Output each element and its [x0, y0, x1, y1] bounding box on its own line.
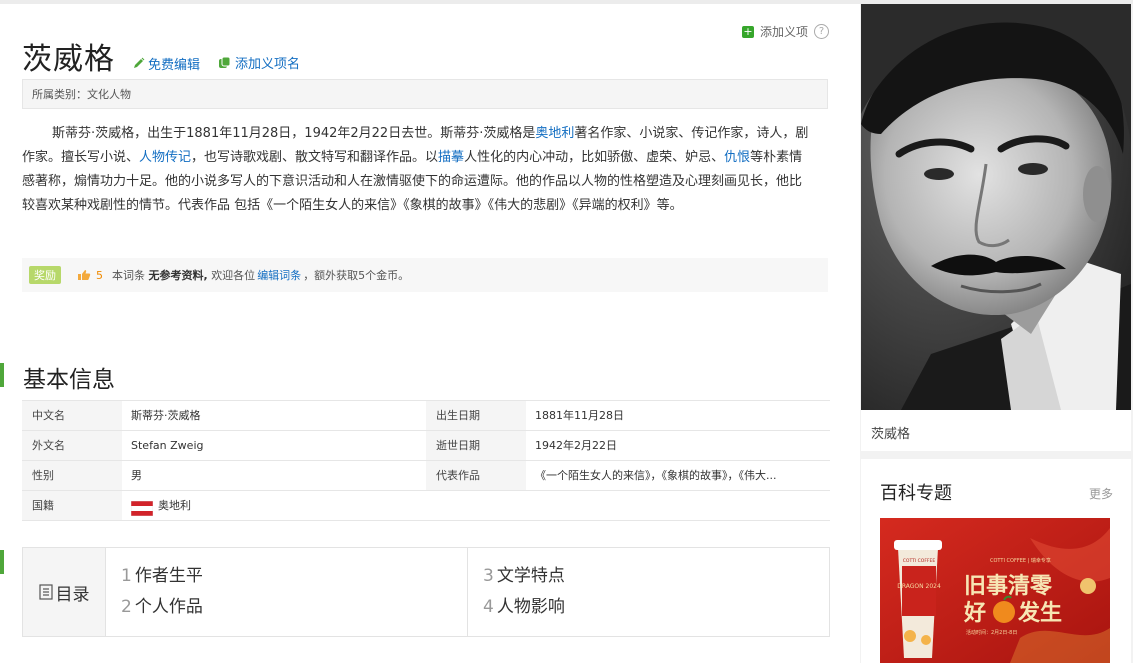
basic-info-table: 中文名 斯蒂芬·茨威格 出生日期 1881年11月28日 外文名 Stefan …: [22, 400, 830, 521]
austria-flag-icon: [130, 498, 154, 517]
banner-line2-a: 好: [963, 600, 986, 626]
toc-number: 2: [121, 597, 132, 617]
section-marker: [0, 363, 4, 387]
table-row: 外文名 Stefan Zweig 逝世日期 1942年2月22日: [22, 431, 830, 461]
toc-number: 1: [121, 566, 132, 586]
summary-paragraph: 斯蒂芬·茨威格，出生于1881年11月28日，1942年2月22日去世。斯蒂芬·…: [22, 122, 812, 218]
toc-number: 4: [483, 597, 494, 617]
nationality-value: 奥地利: [158, 499, 191, 512]
toc-text: 作者生平: [134, 566, 203, 586]
info-value: 男: [131, 469, 142, 482]
toc-item[interactable]: 2 个人作品: [121, 595, 467, 626]
toc-title: 目录: [55, 584, 90, 605]
add-name-label: 添加义项名: [235, 57, 301, 72]
main-content: + 添加义项 ? 茨威格 免费编辑 添加义项名 所属类别：文化人物 斯蒂芬·茨威…: [0, 4, 855, 663]
table-row: 中文名 斯蒂芬·茨威格 出生日期 1881年11月28日: [22, 401, 830, 431]
add-meaning-label: 添加义项: [760, 25, 809, 39]
topic-title: 百科专题: [880, 483, 952, 504]
plus-icon: +: [742, 24, 754, 38]
banner-top-brand: COTTI COFFEE | 瑞幸专享: [990, 557, 1051, 564]
reward-text: ，额外获取5个金币。: [303, 269, 410, 282]
summary-text: ，也写诗歌戏剧、散文特写和翻译作品。以: [191, 150, 439, 165]
info-key: 外文名: [22, 431, 122, 460]
info-key: 性别: [22, 461, 122, 490]
summary-link-biography[interactable]: 人物传记: [139, 150, 191, 165]
banner-cup-brand: COTTI COFFEE: [903, 558, 936, 564]
coin-count: 5: [96, 268, 103, 282]
reward-bar: 奖励 5 本词条 无参考资料, 欢迎各位 编辑词条 ，额外获取5个金币。: [22, 258, 828, 292]
category-bar: 所属类别：文化人物: [22, 79, 828, 109]
reward-bold-text: 无参考资料,: [148, 269, 208, 282]
pencil-icon: [133, 57, 145, 69]
banner-line2-b: 发生: [1017, 600, 1062, 626]
toc-number: 3: [483, 566, 494, 586]
info-value: 奥地利: [122, 491, 830, 520]
portrait-card[interactable]: 茨威格: [861, 4, 1131, 451]
toc-column: 1 作者生平 2 个人作品: [106, 548, 467, 636]
info-key: 代表作品: [426, 461, 526, 490]
free-edit-link[interactable]: 免费编辑: [133, 54, 200, 73]
title-row: 茨威格 免费编辑 添加义项名: [22, 34, 300, 78]
banner-line1: 旧事清零: [964, 573, 1053, 599]
right-sidebar: 茨威格 百科专题 更多 COTTI COFFEE | 瑞幸专享 COTTI CO…: [860, 4, 1133, 663]
info-value: Stefan Zweig: [131, 439, 204, 452]
section-marker: [0, 550, 4, 574]
table-row: 国籍 奥地利: [22, 491, 830, 521]
toc-column: 3 文学特点 4 人物影响: [467, 548, 828, 636]
info-key: 出生日期: [426, 401, 526, 430]
toc-item[interactable]: 4 人物影响: [483, 595, 828, 626]
more-link[interactable]: 更多: [1089, 485, 1113, 502]
copy-icon: [218, 56, 231, 69]
reward-text: 欢迎各位: [211, 269, 256, 282]
info-value: 《一个陌生女人的来信》，《象棋的故事》，《伟大...: [535, 469, 777, 482]
thumb-coin-icon: [77, 269, 91, 281]
info-value: 1881年11月28日: [535, 409, 624, 422]
summary-link-hatred[interactable]: 仇恨: [724, 150, 750, 165]
toc-text: 人物影响: [496, 597, 565, 617]
page-title: 茨威格: [22, 42, 115, 77]
table-row: 性别 男 代表作品 《一个陌生女人的来信》，《象棋的故事》，《伟大...: [22, 461, 830, 491]
portrait-caption: 茨威格: [871, 427, 911, 442]
toc-text: 文学特点: [496, 566, 565, 586]
basic-info-heading: 基本信息: [23, 367, 115, 393]
info-key: 逝世日期: [426, 431, 526, 460]
toc-label: 目录: [23, 548, 106, 636]
reward-text: 本词条: [112, 269, 145, 282]
help-icon[interactable]: ?: [814, 24, 830, 39]
document-icon: [38, 584, 53, 600]
summary-text: 斯蒂芬·茨威格，出生于1881年11月28日，1942年2月22日去世。斯蒂芬·…: [52, 126, 536, 141]
summary-text: 人性化的内心冲动，比如骄傲、虚荣、妒忌、: [464, 150, 725, 165]
summary-link-depict[interactable]: 描摹: [438, 150, 464, 165]
reward-badge: 奖励: [29, 266, 61, 284]
toc-item[interactable]: 3 文学特点: [483, 564, 828, 595]
info-value: 1942年2月22日: [535, 439, 617, 452]
promo-banner[interactable]: COTTI COFFEE | 瑞幸专享 COTTI COFFEE DRAGON …: [880, 518, 1110, 663]
topic-card: 百科专题 更多 COTTI COFFEE | 瑞幸专享 COTTI COFFEE: [861, 459, 1131, 663]
table-of-contents: 目录 1 作者生平 2 个人作品 3 文学特点 4 人物影响: [22, 547, 830, 637]
banner-cup-text: DRAGON 2024: [897, 583, 941, 590]
info-key: 中文名: [22, 401, 122, 430]
baike-page: + 添加义项 ? 茨威格 免费编辑 添加义项名 所属类别：文化人物 斯蒂芬·茨威…: [0, 0, 1133, 663]
add-name-link[interactable]: 添加义项名: [218, 53, 300, 72]
toc-item[interactable]: 1 作者生平: [121, 564, 467, 595]
free-edit-label: 免费编辑: [148, 57, 201, 73]
info-value: 斯蒂芬·茨威格: [131, 409, 201, 422]
toc-text: 个人作品: [134, 597, 203, 617]
portrait-image[interactable]: [861, 4, 1131, 410]
info-key: 国籍: [22, 491, 122, 520]
edit-entry-link[interactable]: 编辑词条: [257, 267, 301, 283]
banner-footer: 活动时间：2月2日-8日: [966, 629, 1017, 636]
add-meaning-button[interactable]: + 添加义项 ?: [742, 23, 830, 40]
summary-link-austria[interactable]: 奥地利: [535, 126, 574, 141]
